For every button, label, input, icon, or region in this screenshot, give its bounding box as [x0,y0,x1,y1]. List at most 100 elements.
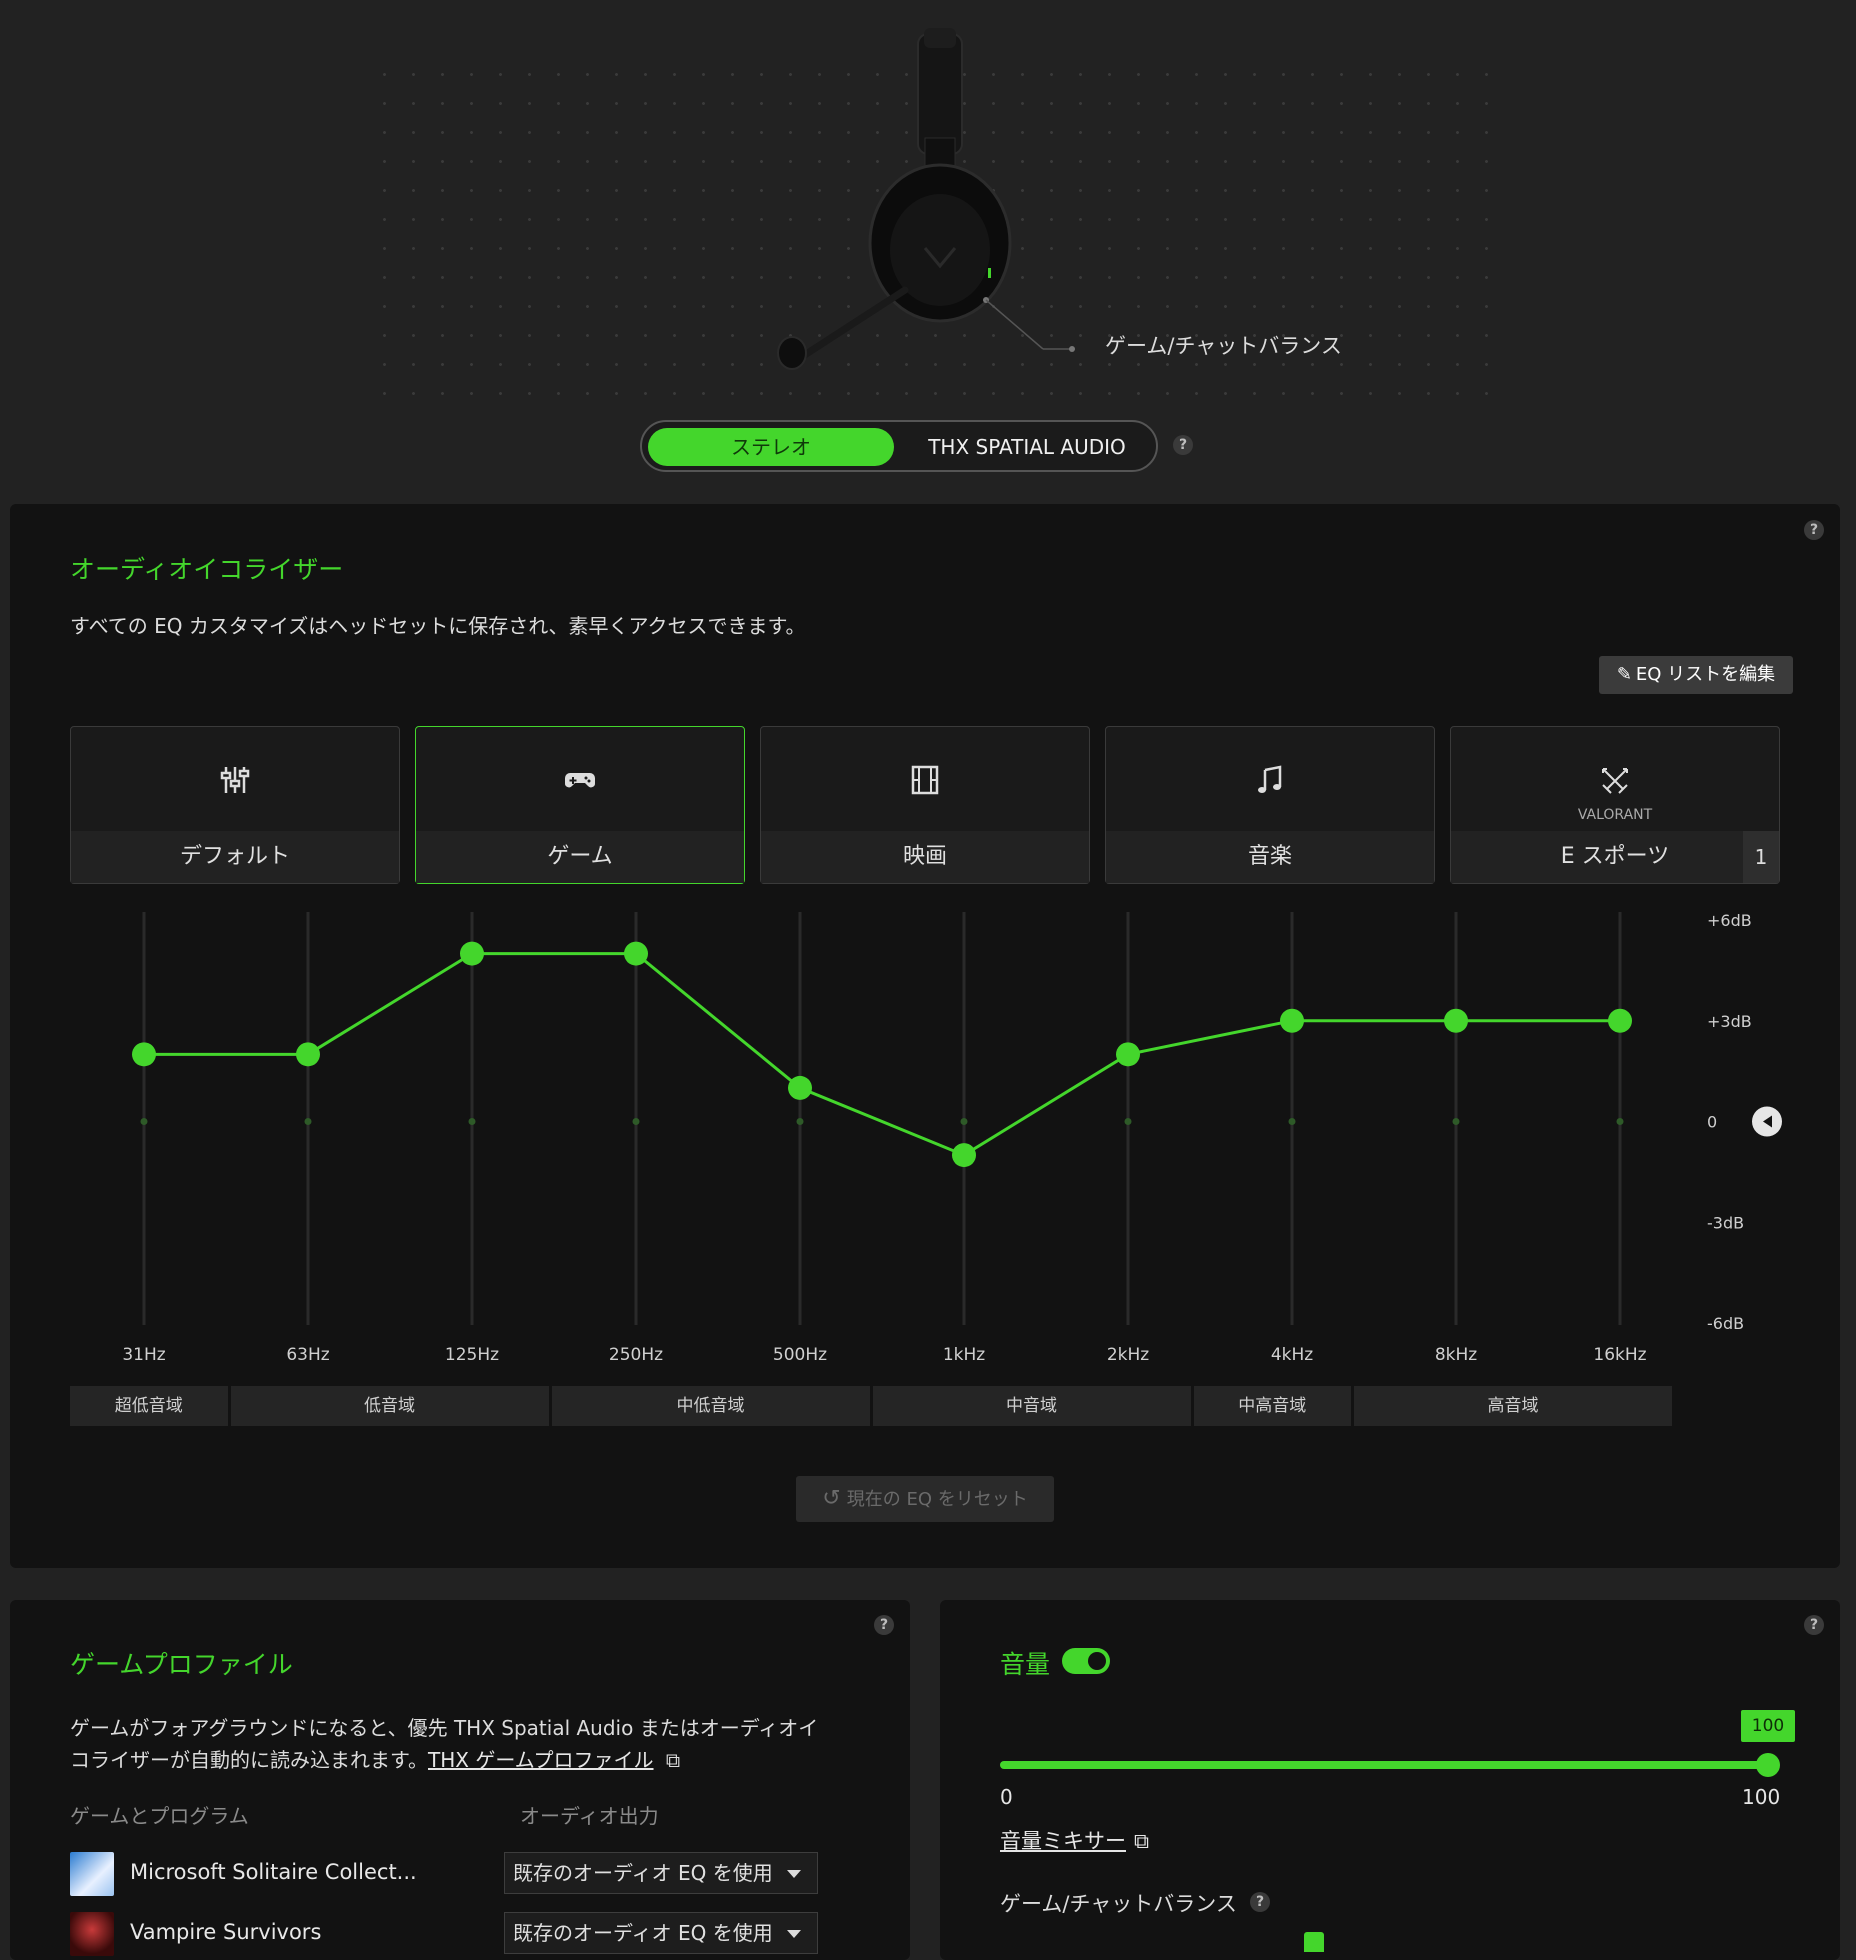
eq-zero-marker [1452,1118,1460,1125]
preset-esports-count-badge: 1 [1743,831,1779,883]
pencil-icon: ✎ [1616,664,1632,685]
eq-band-handle[interactable] [1444,1008,1468,1033]
preset-esports[interactable]: VALORANT E スポーツ 1 [1450,726,1780,884]
eq-zero-marker [304,1118,312,1125]
volume-toggle-knob [1088,1652,1106,1670]
eq-db-label: -3dB [1707,1213,1744,1232]
eq-zero-marker [960,1118,968,1125]
volume-slider-handle[interactable] [1756,1753,1780,1777]
eq-band-handle[interactable] [952,1143,976,1168]
eq-band-handle[interactable] [624,941,648,966]
eq-db-label: +3dB [1707,1012,1752,1031]
eq-zero-marker [1124,1118,1132,1125]
audio-output-select[interactable]: 既存のオーディオ EQ を使用 [504,1912,818,1954]
balance-slider-handle[interactable] [1304,1932,1324,1952]
preset-esports-label: E スポーツ [1451,831,1779,883]
eq-zero-marker [1616,1118,1624,1125]
eq-db-label: -6dB [1707,1314,1744,1333]
external-link-icon[interactable]: ⧉ [666,1748,680,1772]
volume-min-label: 0 [1000,1785,1013,1809]
vampire-survivors-app-icon [70,1912,114,1956]
eq-frequency-label: 63Hz [286,1345,329,1365]
chevron-down-icon [787,1870,801,1878]
game-profile-help-icon[interactable]: ? [874,1615,894,1635]
mode-thx-spatial[interactable]: THX SPATIAL AUDIO [904,428,1150,466]
reset-eq-button[interactable]: ↺ 現在の EQ をリセット [796,1476,1054,1522]
volume-value-badge: 100 [1741,1710,1795,1742]
game-profile-desc-line2: コライザーが自動的に読み込まれます。 [70,1748,428,1772]
eq-frequency-label: 4kHz [1271,1345,1313,1365]
eq-frequency-label: 125Hz [445,1345,499,1365]
eq-band-label: 中低音域 [551,1386,870,1426]
eq-band-handle[interactable] [1280,1008,1304,1033]
reset-icon: ↺ [822,1486,841,1511]
game-profile-desc-line1: ゲームがフォアグラウンドになると、優先 THX Spatial Audio また… [70,1716,819,1740]
list-item-app[interactable]: Microsoft Solitaire Collect... 既存のオーディオ … [70,1850,830,1900]
eq-zero-marker [468,1118,476,1125]
preset-movie-label: 映画 [761,831,1089,883]
mode-stereo[interactable]: ステレオ [648,428,894,466]
audio-output-select[interactable]: 既存のオーディオ EQ を使用 [504,1852,818,1894]
preset-esports-sublabel: VALORANT [1577,807,1653,823]
equalizer-title: オーディオイコライザー [70,555,344,584]
eq-frequency-label: 8kHz [1435,1345,1477,1365]
eq-band-handle[interactable] [460,941,484,966]
eq-curve-line [144,952,1620,1157]
volume-mixer-link[interactable]: 音量ミキサー [1000,1829,1126,1853]
film-icon [761,765,1089,799]
game-profile-description: ゲームがフォアグラウンドになると、優先 THX Spatial Audio また… [70,1712,818,1776]
preset-default[interactable]: デフォルト [70,726,400,884]
eq-band-handle[interactable] [1608,1008,1632,1033]
thx-game-profile-link[interactable]: THX ゲームプロファイル [428,1748,654,1772]
equalizer-graph[interactable]: 31Hz 63Hz 125Hz 250Hz 500Hz 1kHz 2kHz 4kHz 8kHz 1… [70,900,1810,1370]
eq-band-handle[interactable] [296,1042,320,1067]
eq-frequency-label: 1kHz [943,1345,985,1365]
preset-music-label: 音楽 [1106,831,1434,883]
eq-frequency-label: 2kHz [1107,1345,1149,1365]
eq-band-label: 中音域 [872,1386,1191,1426]
eq-band-label: 超低音域 [70,1386,228,1426]
game-profile-title: ゲームプロファイル [70,1650,293,1679]
equalizer-description: すべての EQ カスタマイズはヘッドセットに保存され、素早くアクセスできます。 [70,614,806,638]
eq-zero-marker [796,1118,804,1125]
game-chat-balance-label: ゲーム/チャットバランス [1000,1892,1237,1916]
eq-band-handle[interactable] [132,1042,156,1067]
preset-default-label: デフォルト [71,831,399,883]
eq-zero-marker [1288,1118,1296,1125]
headset-image [777,28,1075,370]
edit-eq-list-label: EQ リストを編集 [1635,664,1776,685]
eq-band-label: 中高音域 [1193,1386,1351,1426]
audio-mode-toggle[interactable]: ステレオ THX SPATIAL AUDIO [640,420,1158,472]
reset-eq-label: 現在の EQ をリセット [846,1489,1028,1510]
volume-toggle[interactable] [1062,1648,1110,1674]
preset-game-label: ゲーム [416,831,744,883]
eq-frequency-label: 500Hz [773,1345,827,1365]
eq-frequency-label: 250Hz [609,1345,663,1365]
col-header-game: ゲームとプログラム [70,1804,249,1828]
eq-band-handle[interactable] [788,1075,812,1100]
volume-help-icon[interactable]: ? [1804,1615,1824,1635]
external-link-icon[interactable]: ⧉ [1134,1829,1149,1853]
solitaire-app-icon [70,1852,114,1896]
music-note-icon [1106,765,1434,799]
eq-band-label: 高音域 [1354,1386,1672,1426]
app-name: Vampire Survivors [130,1920,322,1944]
volume-max-label: 100 [1742,1785,1781,1809]
list-item-app[interactable]: Vampire Survivors 既存のオーディオ EQ を使用 [70,1910,830,1960]
preset-movie[interactable]: 映画 [760,726,1090,884]
equalizer-help-icon[interactable]: ? [1804,520,1824,540]
eq-zero-marker [632,1118,640,1125]
eq-band-handle[interactable] [1116,1042,1140,1067]
eq-frequency-label: 31Hz [122,1345,165,1365]
edit-eq-list-button[interactable]: ✎ EQ リストを編集 [1599,656,1793,694]
preset-music[interactable]: 音楽 [1105,726,1435,884]
audio-output-value: 既存のオーディオ EQ を使用 [513,1861,773,1885]
headset-balance-callout[interactable]: ゲーム/チャットバランス [1105,330,1342,360]
preset-game[interactable]: ゲーム [415,726,745,884]
mode-help-icon[interactable]: ? [1173,435,1193,455]
col-header-output: オーディオ出力 [520,1804,659,1828]
eq-db-label: +6dB [1707,911,1752,930]
balance-help-icon[interactable]: ? [1250,1892,1270,1912]
app-name: Microsoft Solitaire Collect... [130,1860,417,1884]
volume-slider-track[interactable] [1000,1761,1770,1769]
